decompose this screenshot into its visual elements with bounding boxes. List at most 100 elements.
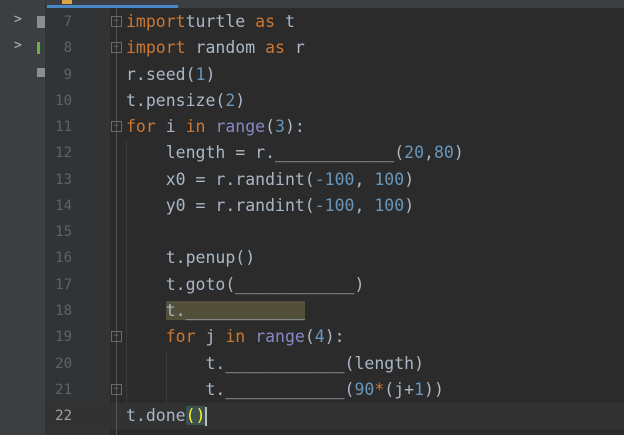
code-line[interactable]: t.____________ bbox=[126, 298, 305, 324]
number-token: 100 bbox=[374, 169, 405, 189]
expand-chevron-icon[interactable]: > bbox=[14, 38, 22, 53]
code-token: , bbox=[354, 169, 375, 189]
number-token: 4 bbox=[314, 327, 325, 347]
fold-marker-icon[interactable]: − bbox=[110, 331, 122, 343]
minus-icon: − bbox=[110, 331, 122, 343]
code-line[interactable]: y0 = r.randint(-100, 100) bbox=[126, 193, 414, 219]
number-token: 2 bbox=[225, 90, 236, 110]
code-token: turtle bbox=[185, 12, 246, 31]
number-token: 1 bbox=[414, 379, 425, 399]
line-number: 19 bbox=[55, 329, 72, 346]
code-token: r.seed( bbox=[126, 64, 196, 84]
line-number: 8 bbox=[63, 40, 72, 57]
keyword-token: for bbox=[126, 117, 156, 137]
code-line[interactable]: importturtle as t bbox=[126, 9, 295, 35]
gutter-separator bbox=[116, 8, 117, 435]
indent-guide bbox=[126, 140, 127, 404]
expand-chevron-icon[interactable]: > bbox=[14, 12, 22, 27]
code-line[interactable]: t.done() bbox=[126, 403, 208, 429]
line-number: 20 bbox=[55, 355, 72, 372]
code-token: ) bbox=[235, 90, 246, 110]
code-token: ) bbox=[205, 64, 216, 84]
line-number: 9 bbox=[63, 66, 72, 83]
minus-icon: − bbox=[110, 42, 122, 54]
code-token: ( bbox=[265, 117, 276, 137]
line-number: 10 bbox=[55, 92, 72, 109]
number-token: 20 bbox=[404, 143, 425, 163]
code-token: t bbox=[275, 12, 295, 31]
keyword-token: as bbox=[245, 12, 276, 31]
keyword-token: as bbox=[255, 38, 285, 58]
line-number: 12 bbox=[55, 145, 72, 162]
code-line[interactable]: for j in range(4): bbox=[126, 324, 345, 350]
code-token: length = r.____________( bbox=[126, 143, 405, 163]
code-line[interactable]: t.penup() bbox=[126, 245, 255, 271]
console-icon bbox=[37, 68, 45, 77]
code-token: ): bbox=[324, 327, 345, 347]
code-line[interactable]: import random as r bbox=[126, 35, 305, 61]
code-token: y0 = r.randint( bbox=[126, 195, 315, 215]
line-number: 11 bbox=[55, 119, 72, 136]
minus-icon: − bbox=[110, 121, 122, 133]
code-token: , bbox=[424, 143, 434, 163]
keyword-token: in bbox=[225, 327, 246, 347]
line-number: 16 bbox=[55, 250, 72, 267]
line-number: 22 bbox=[55, 408, 72, 425]
code-line[interactable]: t.pensize(2) bbox=[126, 88, 245, 114]
code-token: )) bbox=[424, 379, 444, 399]
code-line[interactable]: r.seed(1) bbox=[126, 62, 215, 88]
python-file-icon bbox=[62, 0, 72, 4]
code-token: (j+ bbox=[384, 379, 415, 399]
code-token: t.penup() bbox=[126, 248, 256, 268]
line-number: 7 bbox=[63, 14, 72, 30]
code-token: t.____________(length) bbox=[126, 353, 425, 373]
fold-marker-icon[interactable]: − bbox=[110, 42, 122, 54]
code-token: random bbox=[185, 38, 256, 58]
code-token: , bbox=[354, 195, 375, 215]
line-number: 15 bbox=[55, 224, 72, 241]
fold-marker-icon[interactable]: − bbox=[110, 121, 122, 133]
code-token: t.____________( bbox=[126, 379, 355, 399]
code-line[interactable]: t.____________(length) bbox=[126, 351, 424, 377]
line-number: 13 bbox=[55, 171, 72, 188]
keyword-token: import bbox=[126, 38, 186, 58]
number-token: 3 bbox=[275, 117, 285, 137]
code-line[interactable]: t.goto(____________) bbox=[126, 272, 365, 298]
code-token: t.goto(____________) bbox=[126, 274, 365, 294]
indent-guide bbox=[166, 350, 167, 404]
line-number: 21 bbox=[55, 381, 72, 398]
text-caret bbox=[205, 407, 208, 427]
code-line[interactable]: t.____________(90*(j+1)) bbox=[126, 377, 444, 403]
project-tool-window: > > bbox=[0, 0, 46, 435]
fold-marker-icon[interactable]: − bbox=[110, 383, 122, 396]
minus-icon: − bbox=[110, 16, 122, 27]
keyword-token: import bbox=[126, 12, 186, 31]
code-token: i bbox=[155, 117, 186, 137]
number-token: 100 bbox=[374, 195, 405, 215]
number-token: 80 bbox=[433, 143, 454, 163]
fold-marker-icon[interactable]: − bbox=[110, 16, 122, 28]
code-line[interactable]: for i in range(3): bbox=[126, 114, 305, 140]
number-token: 90 bbox=[354, 379, 375, 399]
line-number: 18 bbox=[55, 302, 72, 319]
code-token: ): bbox=[284, 117, 305, 137]
code-line[interactable]: x0 = r.randint(-100, 100) bbox=[126, 167, 414, 193]
code-token: x0 = r.randint( bbox=[126, 169, 315, 189]
number-token: 1 bbox=[195, 64, 206, 84]
code-token: ) bbox=[404, 195, 415, 215]
keyword-token: in bbox=[185, 117, 206, 137]
code-token: j bbox=[195, 327, 226, 347]
code-token: ) bbox=[404, 169, 415, 189]
minus-icon: − bbox=[110, 383, 122, 395]
library-icon bbox=[37, 42, 40, 54]
code-token: r bbox=[284, 38, 305, 58]
builtin-token: range bbox=[215, 117, 266, 137]
code-line[interactable]: length = r.____________(20,80) bbox=[126, 140, 464, 166]
matched-brace: () bbox=[185, 406, 206, 426]
number-token: -100 bbox=[314, 195, 355, 215]
file-icon bbox=[37, 16, 45, 28]
